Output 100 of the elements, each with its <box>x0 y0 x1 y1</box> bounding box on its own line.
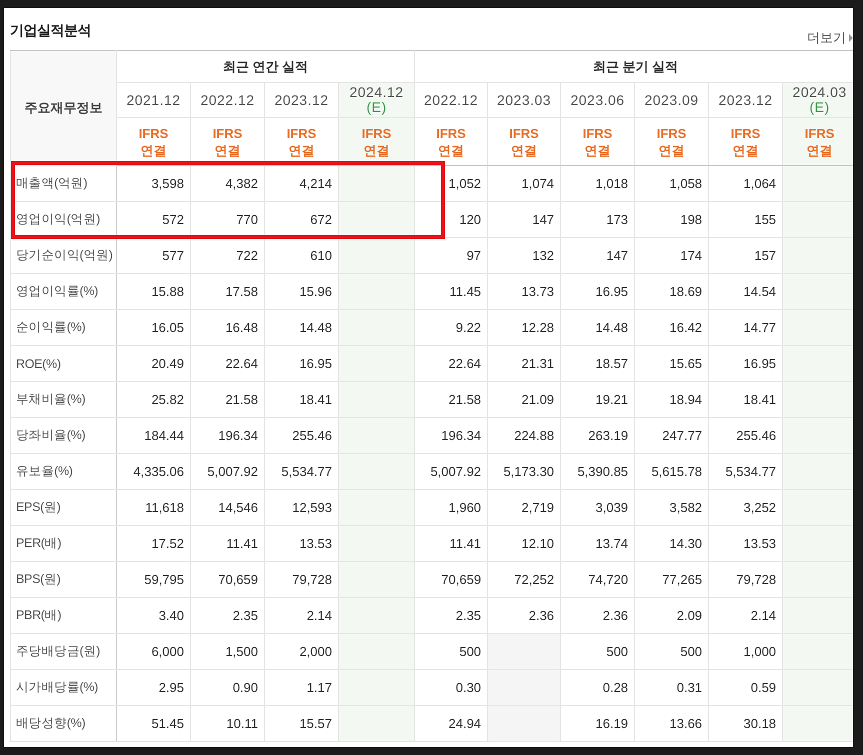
row-label: 주당배당금(원) <box>15 644 100 658</box>
table-cell: 198 <box>634 202 709 238</box>
table-cell: 21.58 <box>414 382 488 418</box>
table-cell: 3,582 <box>634 490 709 526</box>
table-cell: 1,058 <box>634 166 709 202</box>
accounting-standard: IFRS <box>804 124 836 142</box>
table-cell: 3.40 <box>116 598 190 634</box>
table-cell: 2.95 <box>116 670 190 706</box>
table-cell: 77,265 <box>634 562 709 598</box>
table-cell: 25.82 <box>116 382 190 418</box>
table-cell: 14.30 <box>634 526 709 562</box>
row-label: 순이익률(%) <box>15 320 86 334</box>
consolidation-label: 연결 <box>732 142 760 158</box>
section-title: 기업실적분석 <box>10 22 91 40</box>
table-cell: 2.35 <box>190 598 264 634</box>
table-cell: 147 <box>560 238 635 274</box>
column-group-header: 최근 분기 실적 <box>414 50 853 82</box>
table-cell: 14,546 <box>190 490 264 526</box>
row-label: 유보율(%) <box>15 464 73 478</box>
table-cell: 16.05 <box>116 310 190 346</box>
table-cell: 500 <box>560 634 635 670</box>
table-cell: 17.58 <box>190 274 264 310</box>
period-label: 2023.12 <box>717 92 774 108</box>
table-cell: 263.19 <box>560 418 635 454</box>
table-cell: 5,007.92 <box>190 454 264 490</box>
table-cell: 132 <box>488 238 561 274</box>
table-cell: 500 <box>634 634 709 670</box>
table-cell: 10.11 <box>190 706 264 742</box>
table-cell: 196.34 <box>414 418 488 454</box>
table-cell: 1,500 <box>190 634 264 670</box>
row-label: ROE(%) <box>15 357 61 371</box>
row-label: 당좌비율(%) <box>15 428 86 442</box>
table-cell: 17.52 <box>116 526 190 562</box>
accounting-standard: IFRS <box>212 124 244 142</box>
table-cell: 22.64 <box>190 346 264 382</box>
column-header: 주요재무정보 <box>24 100 102 115</box>
accounting-standard: IFRS <box>360 124 392 142</box>
table-cell: 2.35 <box>414 598 488 634</box>
table-cell: 722 <box>190 238 264 274</box>
period-label: 2023.06 <box>569 92 626 108</box>
table-cell: 173 <box>560 202 635 238</box>
consolidation-label: 연결 <box>510 142 538 158</box>
table-cell: 18.94 <box>634 382 709 418</box>
period-label: 2023.12 <box>273 92 330 108</box>
table-cell: 2,719 <box>488 490 561 526</box>
table-cell: 0.28 <box>560 670 635 706</box>
table-cell: 14.48 <box>560 310 635 346</box>
row-label: 배당성향(%) <box>15 716 86 730</box>
accounting-standard: IFRS <box>286 124 318 142</box>
table-cell: 2.09 <box>634 598 709 634</box>
period-label: 2022.12 <box>199 92 256 108</box>
table-cell: 1,074 <box>488 166 561 202</box>
table-cell: 174 <box>634 238 709 274</box>
table-cell: 147 <box>488 202 561 238</box>
more-link[interactable]: 더보기 <box>807 29 853 47</box>
row-label: 매출액(억원) <box>15 176 88 190</box>
row-label: PBR(배) <box>15 608 62 622</box>
consolidation-label: 연결 <box>437 142 466 158</box>
table-cell: 16.48 <box>190 310 264 346</box>
row-label: 영업이익(억원) <box>15 212 100 226</box>
table-cell: 9.22 <box>414 310 488 346</box>
table-cell: 5,615.78 <box>634 454 709 490</box>
table-cell: 74,720 <box>560 562 635 598</box>
table-cell: 224.88 <box>488 418 561 454</box>
accounting-standard: IFRS <box>730 124 762 142</box>
table-cell: 21.09 <box>488 382 561 418</box>
table-cell: 1,018 <box>560 166 635 202</box>
table-cell: 13.74 <box>560 526 635 562</box>
accounting-standard: IFRS <box>138 124 170 142</box>
caret-icon <box>849 34 853 42</box>
table-cell: 22.64 <box>414 346 488 382</box>
table-cell: 15.65 <box>634 346 709 382</box>
row-label: PER(배) <box>15 536 62 550</box>
table-cell: 59,795 <box>116 562 190 598</box>
period-label: 2023.09 <box>643 92 700 108</box>
table-cell: 5,007.92 <box>414 454 488 490</box>
estimate-mark: (E) <box>365 100 388 115</box>
accounting-standard: IFRS <box>582 124 614 142</box>
table-cell: 51.45 <box>116 706 190 742</box>
table-cell: 21.31 <box>488 346 561 382</box>
row-label: EPS(원) <box>15 500 61 514</box>
table-cell: 577 <box>116 238 190 274</box>
accounting-standard: IFRS <box>508 124 540 142</box>
consolidation-label: 연결 <box>658 142 686 158</box>
consolidation-label: 연결 <box>806 142 834 158</box>
table-cell: 5,390.85 <box>560 454 635 490</box>
period-label: 2022.12 <box>422 92 480 108</box>
table-cell: 72,252 <box>488 562 561 598</box>
row-label: 부채비율(%) <box>15 392 86 406</box>
accounting-standard: IFRS <box>435 124 467 142</box>
table-cell: 19.21 <box>560 382 635 418</box>
consolidation-label: 연결 <box>362 142 391 158</box>
row-label: 시가배당률(%) <box>15 680 98 694</box>
table-cell: 21.58 <box>190 382 264 418</box>
row-label: 영업이익률(%) <box>15 284 98 298</box>
table-cell: 16.95 <box>560 274 635 310</box>
table-cell: 20.49 <box>116 346 190 382</box>
table-cell: 97 <box>414 238 488 274</box>
table-cell: 11.41 <box>190 526 264 562</box>
period-label: 2023.03 <box>496 92 552 108</box>
